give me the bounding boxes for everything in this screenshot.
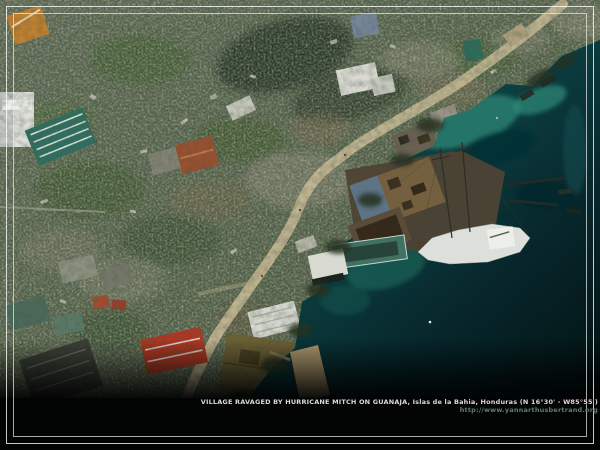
photo-page: VILLAGE RAVAGED BY HURRICANE MITCH ON GU… xyxy=(0,0,600,450)
caption-watermark-url: http://www.yannarthusbertrand.org xyxy=(201,407,598,414)
aerial-photo xyxy=(0,0,600,450)
caption-title: VILLAGE RAVAGED BY HURRICANE MITCH ON GU… xyxy=(201,399,598,406)
photo-caption: VILLAGE RAVAGED BY HURRICANE MITCH ON GU… xyxy=(201,399,598,414)
